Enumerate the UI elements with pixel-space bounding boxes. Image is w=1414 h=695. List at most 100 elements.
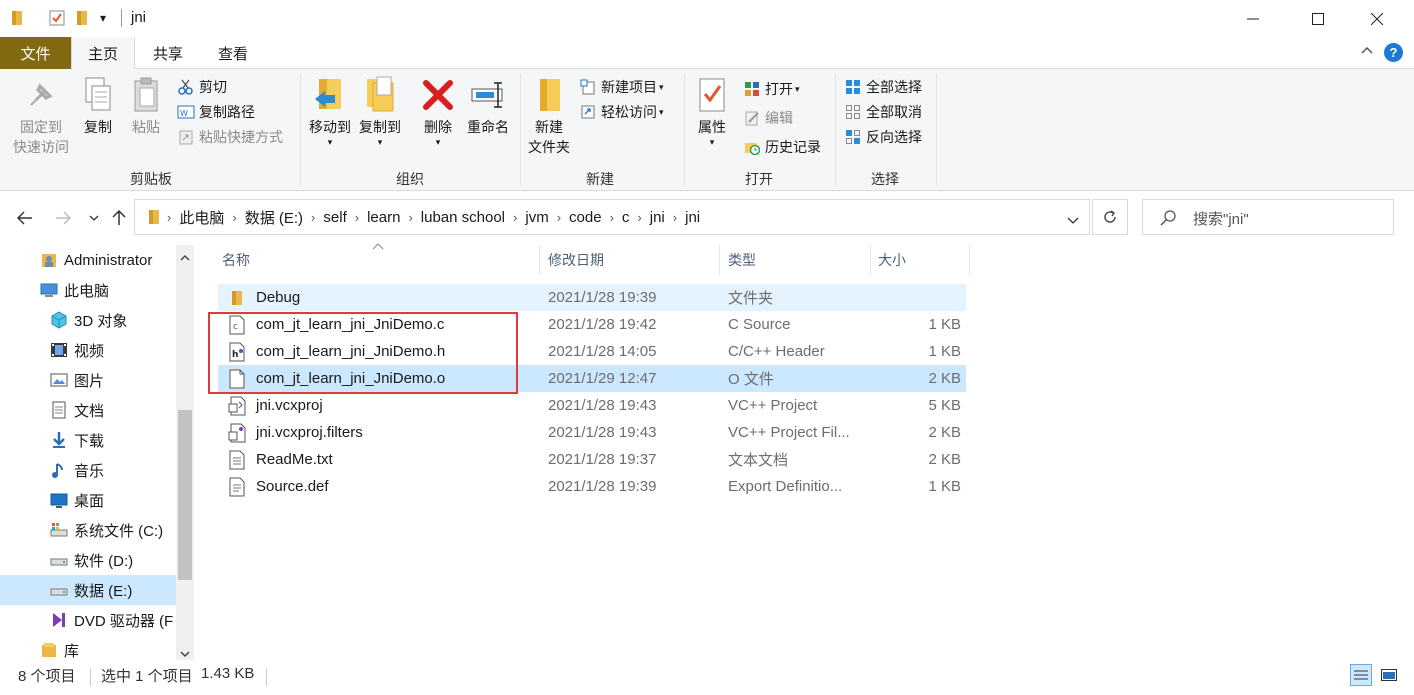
breadcrumb-chevron-icon[interactable]: › (406, 210, 414, 225)
breadcrumb-chevron-icon[interactable]: › (555, 210, 563, 225)
edit-button[interactable]: 编辑 (742, 106, 793, 130)
delete-button[interactable]: 删除 ▾ (418, 73, 458, 148)
breadcrumb-chevron-icon[interactable]: › (608, 210, 616, 225)
nav-item[interactable]: Administrator (0, 245, 176, 275)
select-none-icon (843, 102, 863, 122)
nav-item[interactable]: 此电脑 (0, 275, 176, 305)
breadcrumb-chevron-icon[interactable]: › (511, 210, 519, 225)
new-folder-icon[interactable] (75, 9, 91, 31)
breadcrumb-chevron-icon[interactable]: › (635, 210, 643, 225)
back-arrow-icon[interactable] (14, 207, 36, 229)
customize-toolbar-arrow[interactable]: ▾ (100, 11, 106, 25)
nav-item[interactable]: 数据 (E:) (0, 575, 176, 605)
column-divider[interactable] (719, 245, 720, 275)
properties-check-icon[interactable] (48, 9, 66, 31)
nav-item[interactable]: 文档 (0, 395, 176, 425)
column-header-date[interactable]: 修改日期 (548, 245, 604, 275)
nav-item[interactable]: 桌面 (0, 485, 176, 515)
details-view-button[interactable] (1350, 664, 1372, 686)
address-bar[interactable]: › 此电脑 › 数据 (E:) › self › learn › luban school › jvm… (134, 199, 1090, 235)
copy-to-button[interactable]: 复制到 ▾ (356, 73, 404, 148)
nav-item[interactable]: 音乐 (0, 455, 176, 485)
select-none-button[interactable]: 全部取消 (843, 100, 922, 124)
breadcrumb-item[interactable]: jni (644, 209, 671, 226)
tab-home[interactable]: 主页 (71, 37, 135, 70)
nav-item[interactable]: 视频 (0, 335, 176, 365)
large-icons-view-button[interactable] (1378, 664, 1400, 686)
pin-quick-access-button[interactable]: 固定到 快速访问 (8, 73, 74, 157)
minimize-button[interactable] (1230, 0, 1276, 37)
scrollbar-thumb[interactable] (178, 410, 192, 580)
breadcrumb-item[interactable]: luban school (415, 209, 511, 226)
column-header-type[interactable]: 类型 (728, 245, 756, 275)
paste-button[interactable]: 粘贴 (126, 73, 166, 137)
recent-locations-chevron-icon[interactable] (83, 207, 105, 229)
search-box[interactable]: 搜索"jni" (1142, 199, 1394, 235)
breadcrumb-item[interactable]: jni (679, 209, 706, 226)
cut-button[interactable]: 剪切 (176, 75, 227, 99)
nav-item[interactable]: DVD 驱动器 (F (0, 605, 176, 635)
file-row[interactable]: jni.vcxproj.filters 2021/1/28 19:43 VC++ P… (218, 419, 966, 446)
close-button[interactable] (1354, 0, 1400, 37)
forward-arrow-icon[interactable] (52, 207, 74, 229)
tab-file[interactable]: 文件 (0, 37, 71, 69)
breadcrumb-chevron-icon[interactable]: › (671, 210, 679, 225)
breadcrumb-chevron-icon[interactable]: › (309, 210, 317, 225)
breadcrumb-chevron-icon[interactable]: › (165, 210, 173, 225)
paste-shortcut-button[interactable]: 粘贴快捷方式 (176, 125, 283, 149)
breadcrumb-item[interactable]: jvm (519, 209, 554, 226)
nav-item[interactable]: 下载 (0, 425, 176, 455)
refresh-button[interactable] (1092, 199, 1128, 235)
file-row[interactable]: Debug 2021/1/28 19:39 文件夹 (218, 284, 966, 311)
breadcrumb-chevron-icon[interactable]: › (353, 210, 361, 225)
collapse-ribbon-icon[interactable] (1360, 43, 1374, 61)
file-row[interactable]: ReadMe.txt 2021/1/28 19:37 文本文档 2 KB (218, 446, 966, 473)
history-button[interactable]: 历史记录 (742, 135, 821, 159)
selected-count: 选中 1 个项目 (101, 668, 193, 685)
file-row[interactable]: c com_jt_learn_jni_JniDemo.c 2021/1/28 19:… (218, 311, 966, 338)
breadcrumb-item[interactable]: learn (361, 209, 406, 226)
file-row[interactable]: h com_jt_learn_jni_JniDemo.h 2021/1/28 14:… (218, 338, 966, 365)
new-item-button[interactable]: 新建项目 ▾ (578, 75, 664, 99)
nav-item[interactable]: 图片 (0, 365, 176, 395)
scroll-up-icon[interactable] (180, 249, 190, 266)
properties-button[interactable]: 属性 ▾ (692, 73, 732, 148)
copy-button[interactable]: 复制 (78, 73, 118, 137)
help-icon[interactable]: ? (1384, 43, 1403, 62)
breadcrumb-item[interactable]: 此电脑 (173, 207, 230, 228)
nav-scrollbar[interactable] (176, 245, 194, 660)
up-arrow-icon[interactable] (108, 207, 130, 229)
sort-ascending-icon (372, 242, 384, 253)
move-to-button[interactable]: 移动到 ▾ (306, 73, 354, 148)
column-header-name[interactable]: 名称 (222, 245, 250, 275)
nav-item[interactable]: 系统文件 (C:) (0, 515, 176, 545)
file-row[interactable]: Source.def 2021/1/28 19:39 Export Definiti… (218, 473, 966, 500)
invert-selection-button[interactable]: 反向选择 (843, 125, 922, 149)
maximize-button[interactable] (1295, 0, 1341, 37)
file-row[interactable]: jni.vcxproj 2021/1/28 19:43 VC++ Project 5 … (218, 392, 966, 419)
search-input[interactable]: 搜索"jni" (1193, 208, 1249, 229)
rename-button[interactable]: 重命名 (464, 73, 512, 137)
nav-item[interactable]: 软件 (D:) (0, 545, 176, 575)
tab-share[interactable]: 共享 (136, 37, 200, 69)
breadcrumb-item[interactable]: code (563, 209, 608, 226)
breadcrumb-item[interactable]: self (317, 209, 352, 226)
copy-path-button[interactable]: W 复制路径 (176, 100, 255, 124)
column-header-size[interactable]: 大小 (878, 245, 906, 275)
file-row[interactable]: com_jt_learn_jni_JniDemo.o 2021/1/29 12:4… (218, 365, 966, 392)
column-divider[interactable] (870, 245, 871, 275)
select-all-button[interactable]: 全部选择 (843, 75, 922, 99)
tab-view[interactable]: 查看 (200, 37, 266, 69)
file-size (878, 284, 961, 311)
new-folder-button[interactable]: 新建 文件夹 (524, 73, 574, 157)
column-divider[interactable] (539, 245, 540, 275)
breadcrumb-item[interactable]: c (616, 209, 636, 226)
text-file-icon (228, 450, 246, 470)
easy-access-button[interactable]: 轻松访问 ▾ (578, 100, 664, 124)
breadcrumb-chevron-icon[interactable]: › (230, 210, 238, 225)
breadcrumb-item[interactable]: 数据 (E:) (239, 207, 309, 228)
column-divider[interactable] (969, 245, 970, 275)
nav-item[interactable]: 3D 对象 (0, 305, 176, 335)
address-dropdown-chevron-icon[interactable] (1067, 212, 1079, 229)
open-button[interactable]: 打开 ▾ (742, 77, 800, 101)
